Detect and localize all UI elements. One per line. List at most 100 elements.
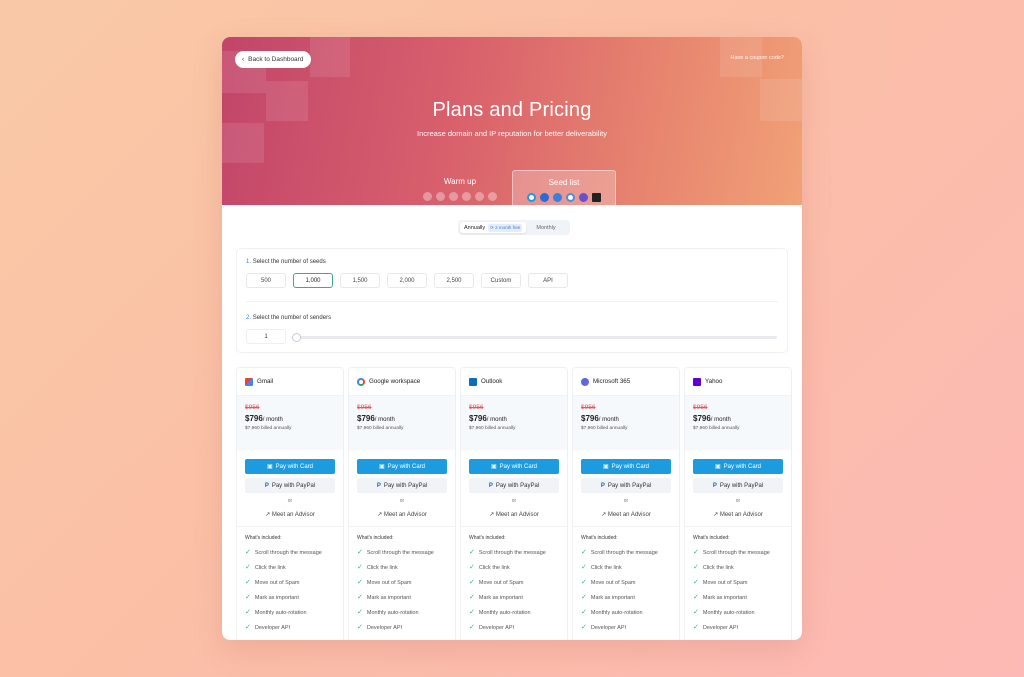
- step-number: 1.: [246, 259, 252, 265]
- paypal-icon: P: [264, 482, 269, 489]
- feature-text: Developer API: [590, 624, 627, 631]
- monthly-option[interactable]: Monthly: [536, 225, 555, 231]
- meet-advisor-link[interactable]: ↗ Meet an Advisor: [237, 511, 343, 518]
- feature-item: ✓ Move out of Spam: [469, 579, 567, 586]
- feature-text: Scroll through the message: [590, 549, 658, 556]
- feature-item: ✓ Move out of Spam: [693, 579, 791, 586]
- meet-advisor-link[interactable]: ↗ Meet an Advisor: [573, 511, 679, 518]
- price-area: $956 $796/ month $7,960 billed annually: [461, 396, 567, 450]
- plan-header: Yahoo: [685, 368, 791, 396]
- coupon-link[interactable]: Have a coupon code?: [730, 55, 784, 61]
- credit-card-icon: ▣: [714, 464, 721, 470]
- plan-card: Gmail $956 $796/ month $7,960 billed ann…: [236, 367, 344, 640]
- seed-option-api[interactable]: API: [528, 273, 568, 288]
- divider: [685, 526, 791, 527]
- pay-with-paypal-button[interactable]: P Pay with PayPal: [469, 478, 559, 493]
- outlook-icon: [469, 377, 477, 386]
- feature-text: Move out of Spam: [254, 579, 300, 586]
- check-icon: ✓: [693, 564, 699, 571]
- senders-slider-track[interactable]: [295, 336, 777, 339]
- configuration-panel: 1. Select the number of seeds 500 1,000 …: [236, 248, 788, 353]
- feature-text: Developer API: [254, 624, 291, 631]
- check-icon: ✓: [693, 579, 699, 586]
- plan-header: Gmail: [237, 368, 343, 396]
- price-area: $956 $796/ month $7,960 billed annually: [349, 396, 455, 450]
- old-price: $956: [245, 404, 260, 411]
- pay-with-card-button[interactable]: ▣ Pay with Card: [469, 459, 559, 474]
- hero-banner: ‹ Back to Dashboard Have a coupon code? …: [222, 37, 802, 205]
- pay-with-card-button[interactable]: ▣ Pay with Card: [581, 459, 671, 474]
- page-title: Plans and Pricing: [432, 99, 592, 121]
- or-separator: or: [511, 498, 517, 504]
- paypal-icon: P: [712, 482, 717, 489]
- seed-option-2000[interactable]: 2,000: [387, 273, 427, 288]
- check-icon: ✓: [581, 579, 587, 586]
- seed-option-500[interactable]: 500: [246, 273, 286, 288]
- current-price: $796/ month: [469, 414, 559, 423]
- feature-text: Monthly auto-rotation: [702, 609, 755, 616]
- seed-option-1500[interactable]: 1,500: [340, 273, 380, 288]
- included-title: What's included:: [469, 535, 506, 541]
- price-period: / month: [710, 417, 731, 423]
- senders-slider-thumb[interactable]: [292, 333, 301, 342]
- provider-icon: [592, 193, 601, 202]
- seed-option-2500[interactable]: 2,500: [434, 273, 474, 288]
- feature-item: ✓ Developer API: [245, 624, 343, 631]
- check-icon: ✓: [469, 579, 475, 586]
- back-to-dashboard-button[interactable]: ‹ Back to Dashboard: [235, 51, 312, 68]
- plan-cards: Gmail $956 $796/ month $7,960 billed ann…: [236, 367, 792, 640]
- pay-with-paypal-button[interactable]: P Pay with PayPal: [357, 478, 447, 493]
- button-label: Pay with PayPal: [607, 482, 652, 489]
- advisor-label: Meet an Advisor: [719, 512, 763, 518]
- arrow-up-right-icon: ↗: [713, 512, 719, 518]
- pay-with-card-button[interactable]: ▣ Pay with Card: [245, 459, 335, 474]
- advisor-label: Meet an Advisor: [495, 512, 539, 518]
- feature-item: ✓ Scroll through the message: [581, 549, 679, 556]
- feature-item: ✓ Scroll through the message: [245, 549, 343, 556]
- check-icon: ✓: [469, 564, 475, 571]
- billed-annually-text: $7,960 billed annually: [357, 426, 404, 431]
- feature-item: ✓ Click the link: [469, 564, 567, 571]
- provider-name: Outlook: [481, 378, 503, 385]
- feature-item: ✓ Click the link: [357, 564, 455, 571]
- pay-with-card-button[interactable]: ▣ Pay with Card: [693, 459, 783, 474]
- meet-advisor-link[interactable]: ↗ Meet an Advisor: [685, 511, 791, 518]
- provider-name: Microsoft 365: [593, 378, 631, 385]
- tab-seed-list[interactable]: Seed list: [512, 170, 616, 205]
- pay-with-card-button[interactable]: ▣ Pay with Card: [357, 459, 447, 474]
- feature-item: ✓ Move out of Spam: [357, 579, 455, 586]
- button-label: Pay with PayPal: [383, 482, 428, 489]
- pay-with-paypal-button[interactable]: P Pay with PayPal: [245, 478, 335, 493]
- pay-with-paypal-button[interactable]: P Pay with PayPal: [693, 478, 783, 493]
- provider-icon: [449, 192, 458, 201]
- credit-card-icon: ▣: [602, 464, 609, 470]
- pricing-window: ‹ Back to Dashboard Have a coupon code? …: [222, 37, 802, 640]
- seed-option-1000[interactable]: 1,000: [293, 273, 333, 288]
- button-label: Pay with Card: [387, 463, 426, 470]
- button-label: Pay with PayPal: [495, 482, 540, 489]
- feature-text: Monthly auto-rotation: [590, 609, 643, 616]
- plan-card: Google workspace $956 $796/ month $7,960…: [348, 367, 456, 640]
- provider-icon: [566, 193, 575, 202]
- seed-option-custom[interactable]: Custom: [481, 273, 521, 288]
- current-price: $796/ month: [245, 414, 335, 423]
- meet-advisor-link[interactable]: ↗ Meet an Advisor: [349, 511, 455, 518]
- billed-annually-text: $7,960 billed annually: [245, 426, 292, 431]
- plan-card: Microsoft 365 $956 $796/ month $7,960 bi…: [572, 367, 680, 640]
- senders-count-input[interactable]: 1: [246, 329, 286, 344]
- billing-toggle: Annually ⟳ 2 month free Monthly: [458, 220, 570, 235]
- pay-with-paypal-button[interactable]: P Pay with PayPal: [581, 478, 671, 493]
- feature-item: ✓ Monthly auto-rotation: [357, 609, 455, 616]
- check-icon: ✓: [357, 564, 363, 571]
- or-separator: or: [287, 498, 293, 504]
- annually-option[interactable]: Annually ⟳ 2 month free: [460, 222, 527, 233]
- feature-item: ✓ Click the link: [245, 564, 343, 571]
- feature-item: ✓ Click the link: [693, 564, 791, 571]
- price-value: $796: [693, 414, 711, 423]
- check-icon: ✓: [469, 624, 475, 631]
- billed-annually-text: $7,960 billed annually: [469, 426, 516, 431]
- check-icon: ✓: [581, 624, 587, 631]
- tab-warm-up[interactable]: Warm up: [409, 170, 511, 205]
- feature-text: Click the link: [702, 564, 734, 571]
- meet-advisor-link[interactable]: ↗ Meet an Advisor: [461, 511, 567, 518]
